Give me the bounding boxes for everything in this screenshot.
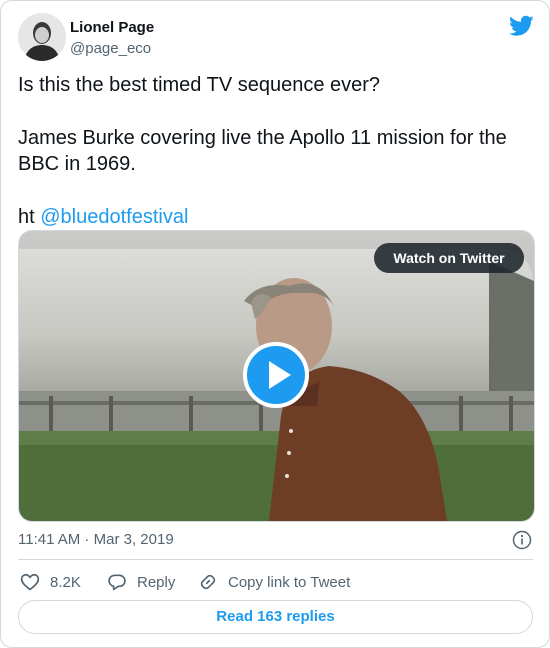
tweet-actions: 8.2K Reply Copy link to Tweet: [18, 571, 533, 593]
twitter-bird-icon[interactable]: [509, 15, 534, 37]
tweet-line-question: Is this the best timed TV sequence ever?: [18, 74, 381, 96]
like-button[interactable]: 8.2K: [20, 571, 81, 593]
tweet-line-credit: ht @bluedotfestival: [18, 204, 528, 230]
reply-label: Reply: [137, 573, 176, 591]
tweet-timestamp[interactable]: 11:41 AM · Mar 3, 2019: [18, 531, 174, 548]
time-separator: ·: [80, 531, 94, 548]
tweet-time[interactable]: 11:41 AM: [18, 531, 80, 548]
tweet-text: Is this the best timed TV sequence ever?…: [18, 72, 528, 230]
play-icon[interactable]: [243, 342, 309, 408]
mention-link[interactable]: @bluedotfestival: [40, 206, 188, 228]
info-icon[interactable]: [512, 530, 532, 550]
author-name[interactable]: Lionel Page: [70, 19, 154, 36]
divider: [18, 559, 533, 560]
tweet-card: Lionel Page @page_eco Is this the best t…: [0, 0, 550, 648]
tweet-header: Lionel Page @page_eco: [18, 13, 538, 63]
read-replies-button[interactable]: Read 163 replies: [18, 600, 533, 634]
heart-icon: [20, 573, 40, 591]
ht-prefix: ht: [18, 206, 41, 228]
like-count: 8.2K: [50, 573, 81, 591]
avatar-portrait-icon: [18, 13, 66, 61]
reply-icon: [108, 574, 126, 591]
tweet-line-description: James Burke covering live the Apollo 11 …: [18, 127, 507, 175]
copy-link-label: Copy link to Tweet: [228, 573, 351, 591]
copy-link-button[interactable]: Copy link to Tweet: [198, 571, 350, 593]
reply-button[interactable]: Reply: [107, 571, 175, 593]
link-icon: [200, 574, 216, 590]
avatar[interactable]: [18, 13, 66, 61]
watch-on-twitter-button[interactable]: Watch on Twitter: [374, 243, 524, 273]
tweet-date[interactable]: Mar 3, 2019: [94, 531, 174, 548]
author-handle[interactable]: @page_eco: [70, 40, 151, 57]
